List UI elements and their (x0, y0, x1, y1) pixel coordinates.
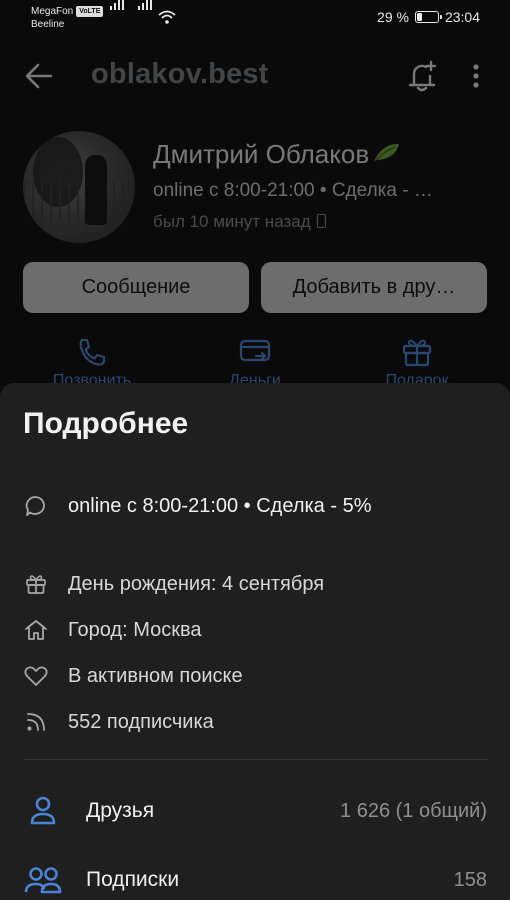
bell-plus-icon[interactable] (405, 59, 439, 93)
friends-count: 1 626 (1 общий) (340, 799, 487, 822)
birthday-text: День рождения: 4 сентября (68, 572, 325, 595)
mobile-icon (316, 214, 326, 228)
money-action[interactable]: Деньги (190, 336, 320, 390)
top-app-bar: oblakov.best (0, 50, 510, 102)
money-transfer-icon (239, 339, 271, 362)
carrier-info: MegaFon VoLTE Beeline (31, 5, 104, 31)
carrier-name-2: Beeline (31, 19, 65, 30)
subscriptions-label: Подписки (86, 868, 180, 891)
subscriptions-count: 158 (453, 868, 487, 891)
clock: 23:04 (444, 9, 480, 25)
gift-icon (402, 339, 432, 367)
followers-text: 552 подписчика (68, 710, 214, 733)
profile-name-row: Дмитрий Облаков (153, 139, 401, 170)
wifi-icon (158, 10, 176, 24)
subscriptions-row[interactable]: Подписки 158 (23, 860, 487, 900)
heart-icon (23, 663, 49, 689)
friends-label: Друзья (86, 799, 155, 822)
divider (23, 759, 488, 760)
city-row: Город: Москва (23, 615, 202, 645)
status-right: 29 % 23:04 (377, 9, 480, 25)
city-text: Город: Москва (68, 618, 202, 641)
phone-icon (79, 338, 106, 366)
leaf-emoji-icon (374, 143, 400, 162)
status-text: online с 8:00-21:00 • Сделка - 5% (68, 494, 372, 517)
arrow-left-icon[interactable] (24, 62, 54, 90)
avatar[interactable] (23, 131, 135, 243)
gift-action[interactable]: Подарок (352, 336, 482, 390)
message-bubble-icon (23, 493, 49, 519)
gift-icon (23, 571, 49, 597)
last-seen-text: был 10 минут назад (153, 212, 311, 231)
add-friend-button[interactable]: Добавить в дру… (261, 262, 487, 313)
followers-row[interactable]: 552 подписчика (23, 707, 214, 737)
battery-icon (414, 11, 442, 23)
relationship-text: В активном поиске (68, 664, 243, 687)
last-seen-row: был 10 минут назад (153, 212, 326, 232)
carrier-name-1: MegaFon (31, 6, 74, 17)
rss-icon (23, 709, 49, 735)
user-icon (23, 794, 63, 828)
battery-percent: 29 % (377, 9, 409, 25)
call-action[interactable]: Позвонить (27, 336, 157, 390)
page-title: oblakov.best (91, 58, 269, 90)
volte-badge: VoLTE (76, 6, 104, 17)
friends-row[interactable]: Друзья 1 626 (1 общий) (23, 791, 487, 831)
profile-name: Дмитрий Облаков (153, 139, 370, 169)
details-sheet: Подробнее online с 8:00-21:00 • Сделка -… (0, 383, 510, 900)
sheet-title: Подробнее (23, 407, 189, 440)
status-bar: MegaFon VoLTE Beeline 29 % 23:04 (0, 0, 510, 40)
profile-status: online с 8:00-21:00 • Сделка - … (153, 180, 433, 201)
more-vertical-icon[interactable] (466, 62, 486, 90)
users-icon (23, 863, 63, 897)
home-icon (23, 617, 49, 643)
status-row: online с 8:00-21:00 • Сделка - 5% (23, 491, 371, 521)
message-button[interactable]: Сообщение (23, 262, 249, 313)
birthday-row: День рождения: 4 сентября (23, 569, 324, 599)
relationship-row: В активном поиске (23, 661, 243, 691)
